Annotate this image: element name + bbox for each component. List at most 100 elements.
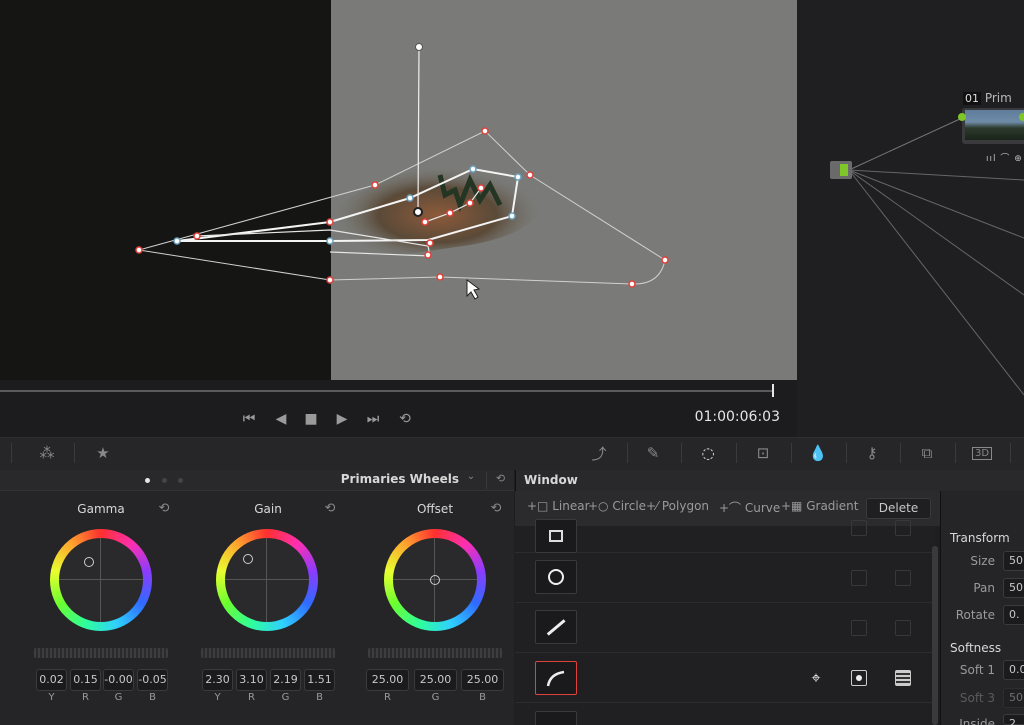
- page-dot-active[interactable]: [145, 478, 150, 483]
- play-reverse-icon[interactable]: ◀: [270, 409, 292, 429]
- gain-puck[interactable]: [243, 554, 253, 564]
- crosshair-icon[interactable]: ⌖: [807, 669, 825, 687]
- channel-label: R: [82, 692, 89, 703]
- curve-window-icon[interactable]: [535, 661, 577, 695]
- soft3-field[interactable]: 50.: [1003, 688, 1024, 708]
- color-match-icon[interactable]: ⁂: [33, 440, 61, 466]
- gamma-b-value[interactable]: -0.05: [137, 669, 168, 691]
- gain-g-value[interactable]: 2.19: [270, 669, 301, 691]
- gradient-window-icon[interactable]: [535, 711, 577, 725]
- delete-button[interactable]: Delete: [866, 498, 931, 519]
- channel-label: Y: [214, 692, 221, 703]
- page-dot[interactable]: [162, 478, 167, 483]
- gamma-g-value[interactable]: -0.00: [103, 669, 134, 691]
- window-mask-toggle[interactable]: [895, 570, 911, 586]
- gain-b-value[interactable]: 1.51: [304, 669, 335, 691]
- reset-all-icon[interactable]: ⟲: [486, 472, 514, 489]
- offset-reset-icon[interactable]: ⟲: [488, 501, 504, 517]
- gain-label: Gain: [254, 502, 282, 516]
- toolbar-divider: [1010, 443, 1011, 463]
- window-title: Window: [524, 473, 578, 487]
- curve-tool[interactable]: +⌒ Curve: [719, 499, 780, 516]
- playhead[interactable]: [772, 384, 774, 397]
- window-row-linear[interactable]: [515, 603, 932, 653]
- window-invert-toggle[interactable]: [851, 570, 867, 586]
- circle-window-icon[interactable]: [535, 560, 577, 594]
- window-mask-toggle[interactable]: [895, 620, 911, 636]
- square-window-icon[interactable]: [535, 519, 577, 553]
- rotate-label: Rotate: [955, 608, 995, 622]
- scrub-track[interactable]: [0, 390, 774, 392]
- channel-label: G: [114, 692, 123, 703]
- curve-window-overlay[interactable]: [0, 0, 797, 380]
- pan-field[interactable]: 50: [1003, 578, 1024, 598]
- toolbar-divider: [900, 443, 901, 463]
- inside-field[interactable]: 2.: [1003, 714, 1024, 725]
- 3d-icon[interactable]: 3D: [968, 440, 996, 466]
- gain-master-slider[interactable]: [201, 648, 335, 658]
- channel-label: Y: [48, 692, 55, 703]
- favorites-star-icon[interactable]: ★: [89, 440, 117, 466]
- linear-tool-icon: +□: [527, 499, 553, 513]
- gamma-master-slider[interactable]: [34, 648, 168, 658]
- window-header: [515, 470, 940, 491]
- window-row-square[interactable]: [515, 526, 932, 553]
- softness-heading: Softness: [950, 641, 1002, 655]
- offset-puck[interactable]: [430, 575, 440, 585]
- channel-label: R: [384, 692, 391, 703]
- gain-reset-icon[interactable]: ⟲: [322, 501, 338, 517]
- blur-icon[interactable]: 💧: [804, 440, 832, 466]
- pan-label: Pan: [973, 581, 995, 595]
- node-input-dot[interactable]: [958, 113, 966, 121]
- soft3-label: Soft 3: [959, 691, 995, 705]
- tracker-icon[interactable]: ⊡: [749, 440, 777, 466]
- circle-tool[interactable]: +○ Circle: [588, 499, 646, 513]
- sizing-icon[interactable]: ⧉: [913, 440, 941, 466]
- node-output-dot[interactable]: [1019, 113, 1024, 121]
- gamma-wheel[interactable]: [48, 527, 154, 633]
- key-icon[interactable]: ⚷: [858, 440, 886, 466]
- gamma-y-value[interactable]: 0.02: [36, 669, 67, 691]
- chevron-down-icon[interactable]: ⌄: [461, 471, 481, 488]
- linear-window-icon[interactable]: [535, 610, 577, 644]
- gain-wheel[interactable]: [214, 527, 320, 633]
- gamma-reset-icon[interactable]: ⟲: [156, 501, 172, 517]
- offset-wheel[interactable]: [382, 527, 488, 633]
- linear-tool[interactable]: +□ Linear: [527, 499, 590, 513]
- gamma-r-value[interactable]: 0.15: [70, 669, 101, 691]
- node-01[interactable]: [962, 108, 1024, 144]
- window-invert-toggle[interactable]: [851, 520, 867, 536]
- loop-icon[interactable]: ⟲: [394, 409, 416, 429]
- page-dot[interactable]: [178, 478, 183, 483]
- gain-r-value[interactable]: 3.10: [236, 669, 267, 691]
- offset-r-value[interactable]: 25.00: [366, 669, 409, 691]
- gain-y-value[interactable]: 2.30: [202, 669, 233, 691]
- gradient-tool-icon: +▦: [781, 499, 807, 513]
- skip-to-end-icon[interactable]: ⏭: [362, 409, 384, 429]
- offset-master-slider[interactable]: [368, 648, 502, 658]
- channel-label: B: [479, 692, 486, 703]
- primaries-mode-title[interactable]: Primaries Wheels: [330, 472, 459, 486]
- window-circle-icon[interactable]: ◌: [694, 440, 722, 466]
- window-invert-toggle[interactable]: [851, 620, 867, 636]
- window-mask-toggle[interactable]: [895, 520, 911, 536]
- play-icon[interactable]: ▶: [331, 409, 353, 429]
- source-node[interactable]: [830, 161, 852, 179]
- size-field[interactable]: 50: [1003, 551, 1024, 571]
- skip-to-start-icon[interactable]: ⏮: [238, 409, 260, 429]
- window-list-scrollbar[interactable]: [932, 546, 938, 725]
- window-invert-toggle[interactable]: [851, 670, 867, 686]
- stop-icon[interactable]: ■: [300, 409, 322, 429]
- offset-g-value[interactable]: 25.00: [414, 669, 457, 691]
- polygon-tool[interactable]: +⁄ Polygon: [646, 499, 709, 513]
- soft1-field[interactable]: 0.0: [1003, 660, 1024, 680]
- curves-icon[interactable]: ⤴: [585, 440, 613, 466]
- rotate-field[interactable]: 0.: [1003, 605, 1024, 625]
- window-mask-toggle[interactable]: [895, 670, 911, 686]
- window-row-curve[interactable]: [515, 653, 932, 703]
- offset-b-value[interactable]: 25.00: [461, 669, 504, 691]
- window-row-circle[interactable]: [515, 553, 932, 603]
- gamma-puck[interactable]: [84, 557, 94, 567]
- gradient-tool[interactable]: +▦ Gradient: [781, 499, 858, 513]
- qualifier-eyedropper-icon[interactable]: ✎: [639, 440, 667, 466]
